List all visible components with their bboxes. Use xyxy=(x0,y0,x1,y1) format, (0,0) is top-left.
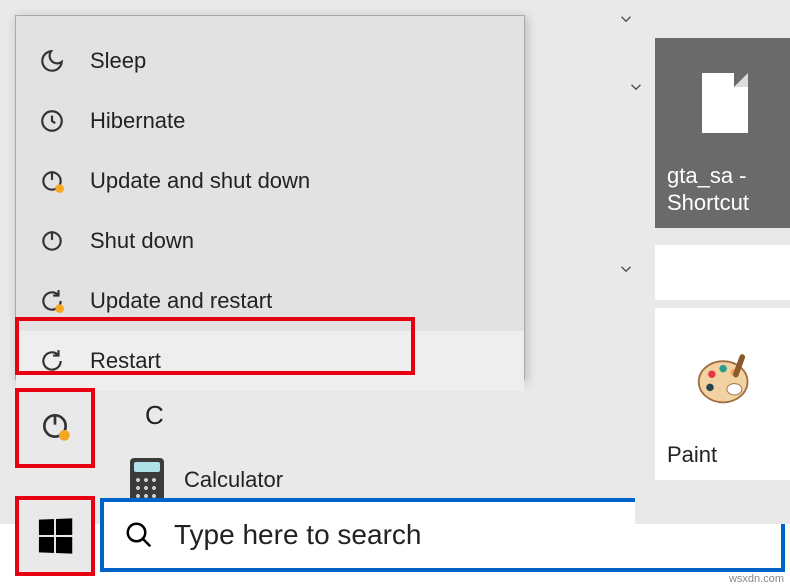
tile-label: Paint xyxy=(667,442,783,468)
menu-label: Update and restart xyxy=(90,288,272,314)
calculator-icon xyxy=(130,458,164,502)
app-list-item-calculator[interactable]: Calculator xyxy=(130,458,283,502)
start-button[interactable] xyxy=(15,496,95,576)
windows-logo-icon xyxy=(39,518,72,553)
tile-paint[interactable]: Paint xyxy=(655,308,790,480)
start-power-button[interactable] xyxy=(15,388,95,468)
menu-item-sleep[interactable]: Sleep xyxy=(16,31,524,91)
chevron-down-icon[interactable] xyxy=(617,260,635,278)
menu-label: Restart xyxy=(90,348,161,374)
paint-palette-icon xyxy=(695,348,755,408)
moon-icon xyxy=(36,45,68,77)
menu-item-shutdown[interactable]: Shut down xyxy=(16,211,524,271)
power-options-menu: Sleep Hibernate Update and shut down Shu… xyxy=(15,15,525,380)
menu-item-update-restart[interactable]: Update and restart xyxy=(16,271,524,331)
restart-icon xyxy=(36,345,68,377)
start-tiles-area: gta_sa - Shortcut Paint xyxy=(635,0,790,524)
restart-update-icon xyxy=(36,285,68,317)
menu-item-hibernate[interactable]: Hibernate xyxy=(16,91,524,151)
chevron-down-icon[interactable] xyxy=(627,78,645,96)
clock-icon xyxy=(36,105,68,137)
tile-gta-shortcut[interactable]: gta_sa - Shortcut xyxy=(655,38,790,228)
file-icon xyxy=(702,73,748,133)
menu-item-restart[interactable]: Restart xyxy=(16,331,524,391)
chevron-down-icon[interactable] xyxy=(617,10,635,28)
app-list-label: Calculator xyxy=(184,467,283,493)
tile-blank[interactable] xyxy=(655,245,790,300)
menu-label: Sleep xyxy=(90,48,146,74)
menu-item-update-shutdown[interactable]: Update and shut down xyxy=(16,151,524,211)
menu-label: Shut down xyxy=(90,228,194,254)
app-list-section-header[interactable]: C xyxy=(145,400,164,431)
power-icon xyxy=(36,225,68,257)
tile-label: gta_sa - Shortcut xyxy=(667,163,783,216)
menu-label: Update and shut down xyxy=(90,168,310,194)
watermark: wsxdn.com xyxy=(729,573,784,585)
power-update-icon xyxy=(39,410,71,447)
power-update-icon xyxy=(36,165,68,197)
menu-label: Hibernate xyxy=(90,108,185,134)
search-icon xyxy=(124,520,154,550)
